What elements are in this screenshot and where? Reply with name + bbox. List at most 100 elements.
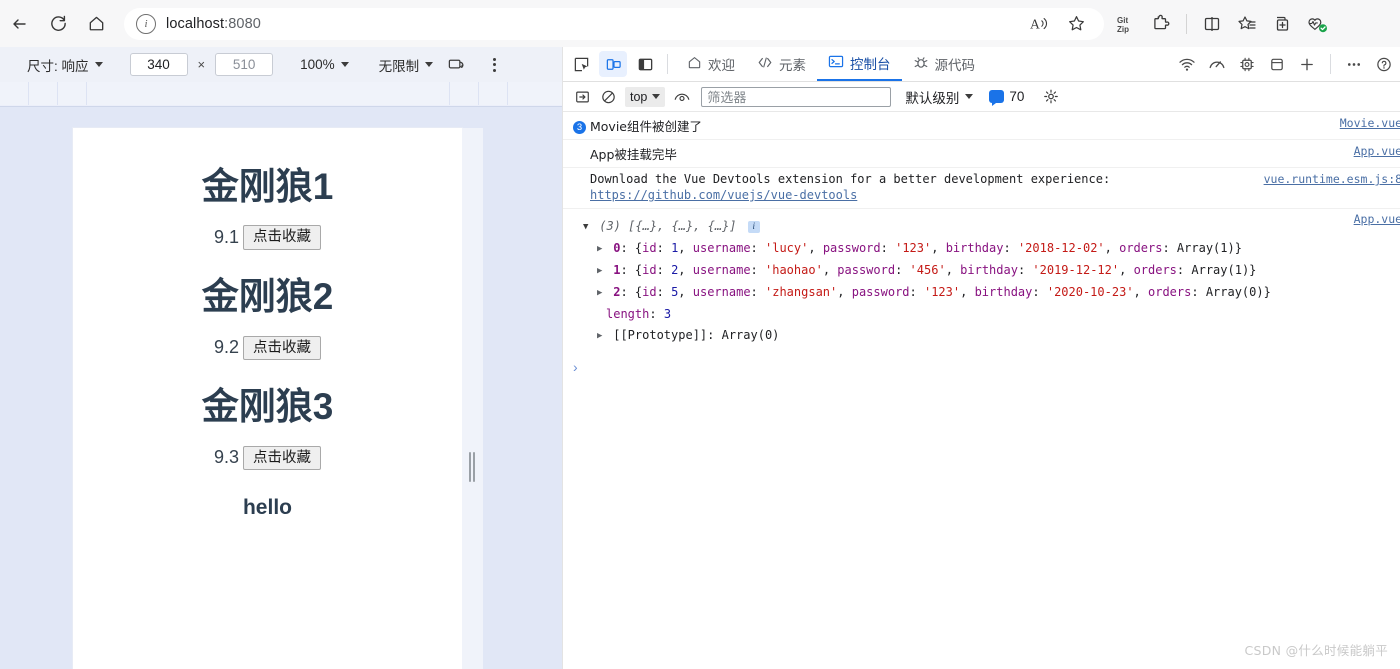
network-wifi-icon[interactable]: [1172, 50, 1202, 78]
gitzip-icon[interactable]: Git Zip: [1110, 9, 1142, 39]
device-toolbar-icon[interactable]: [599, 51, 627, 77]
favorite-star-icon[interactable]: [1060, 9, 1092, 39]
viewport-resize-strip[interactable]: [462, 128, 483, 669]
home-icon[interactable]: [78, 8, 114, 40]
clear-console-icon[interactable]: [595, 85, 621, 109]
memory-chip-icon[interactable]: [1232, 50, 1262, 78]
live-expression-eye-icon[interactable]: [669, 85, 695, 109]
performance-gauge-icon[interactable]: [1202, 50, 1232, 78]
field-key-username: username: [692, 285, 751, 299]
expand-triangle-icon[interactable]: ▶: [597, 328, 606, 345]
tab-label: 元素: [779, 58, 806, 73]
console-log-entry[interactable]: Download the Vue Devtools extension for …: [563, 168, 1400, 209]
console-log-area[interactable]: 3 Movie组件被创建了 Movie.vue: App被挂载完毕 App.vue…: [563, 112, 1400, 669]
add-panel-icon[interactable]: [1292, 50, 1322, 78]
tab-label: 源代码: [934, 58, 976, 73]
device-emulation-toolbar: 尺寸: 响应 340 × 510 100% 无限制: [0, 47, 562, 82]
console-object-entry[interactable]: ▼ (3) [{…}, {…}, {…}] i App.vue: ▶ 0: {i…: [563, 209, 1400, 351]
device-size-dropdown[interactable]: 尺寸: 响应: [22, 53, 108, 77]
field-value-password: 123: [931, 285, 953, 299]
hello-text: hello: [242, 496, 292, 520]
read-aloud-icon[interactable]: A: [1024, 9, 1056, 39]
object-item-row[interactable]: ▶ 0: {id: 1, username: 'lucy', password:…: [563, 238, 1400, 260]
movie-score: 9.2: [213, 337, 240, 358]
console-prompt-row[interactable]: ›: [563, 351, 1400, 375]
browser-toolbar: i localhost:8080 A Git Zip: [0, 0, 1400, 47]
rotate-device-icon[interactable]: [444, 53, 468, 77]
tab-label: 欢迎: [708, 58, 735, 73]
array-preview: [{…}, {…}, {…}]: [628, 219, 737, 233]
message-count-badge[interactable]: 70: [989, 89, 1024, 106]
expand-triangle-icon[interactable]: ▼: [583, 219, 592, 236]
extension-icons: Git Zip: [1110, 9, 1333, 39]
vue-app-page: 金刚狼1 9.1 点击收藏 金刚狼2 9.2 点击收藏 金刚狼3 9.3 点击收…: [73, 128, 462, 669]
svg-text:Zip: Zip: [1117, 25, 1129, 34]
collections-star-icon[interactable]: [1231, 9, 1263, 39]
settings-gear-icon[interactable]: [1038, 85, 1064, 109]
viewport-height-input[interactable]: 510: [215, 53, 274, 76]
object-header-row[interactable]: ▼ (3) [{…}, {…}, {…}] i App.vue:: [563, 212, 1400, 238]
field-key-password: password: [822, 241, 881, 255]
watermark-text: CSDN @什么时候能躺平: [1244, 643, 1388, 658]
viewport-width-input[interactable]: 340: [129, 53, 188, 76]
log-message-link[interactable]: https://github.com/vuejs/vue-devtools: [590, 188, 1400, 202]
object-item-row[interactable]: ▶ 2: {id: 5, username: 'zhangsan', passw…: [563, 282, 1400, 304]
field-key-birthday: birthday: [960, 263, 1018, 277]
refresh-icon[interactable]: [40, 8, 76, 40]
tab-elements[interactable]: 元素: [746, 47, 817, 81]
kebab-dots: [492, 57, 496, 72]
split-screen-icon[interactable]: [1196, 9, 1228, 39]
more-tools-icon[interactable]: [1339, 50, 1369, 78]
field-value-birthday: 2018-12-02: [1025, 241, 1098, 255]
chevron-down-icon: [425, 62, 434, 67]
object-item-row[interactable]: ▶ 1: {id: 2, username: 'haohao', passwor…: [563, 260, 1400, 282]
health-heartbeat-icon[interactable]: [1301, 9, 1333, 39]
console-filter-input[interactable]: 筛选器: [701, 86, 892, 107]
add-collection-icon[interactable]: [1266, 9, 1298, 39]
viewport-resize-handle[interactable]: [467, 451, 476, 483]
console-log-entry[interactable]: 3 Movie组件被创建了 Movie.vue:: [563, 112, 1400, 140]
help-question-icon[interactable]: [1369, 50, 1399, 78]
favorite-button[interactable]: 点击收藏: [243, 225, 322, 251]
field-value-orders: Array(0): [1205, 285, 1264, 299]
tab-sources[interactable]: 源代码: [902, 47, 987, 81]
zoom-dropdown[interactable]: 100%: [295, 53, 354, 77]
expand-triangle-icon[interactable]: ▶: [597, 263, 606, 280]
favorite-button[interactable]: 点击收藏: [243, 335, 322, 361]
site-info-icon[interactable]: i: [136, 13, 156, 34]
log-source-link[interactable]: App.vue:: [1354, 144, 1400, 158]
expand-triangle-icon[interactable]: ▶: [597, 241, 606, 258]
application-storage-icon[interactable]: [1262, 50, 1292, 78]
tab-welcome[interactable]: 欢迎: [676, 47, 746, 81]
info-icon[interactable]: i: [747, 220, 760, 233]
devtools-tabbar-actions: [1172, 50, 1400, 78]
bug-icon: [913, 55, 929, 73]
message-bubble-icon: [989, 90, 1005, 106]
address-bar[interactable]: i localhost:8080 A: [124, 7, 1104, 40]
more-options-icon[interactable]: [482, 53, 506, 77]
favorite-button[interactable]: 点击收藏: [243, 445, 322, 471]
field-value-birthday: 2020-10-23: [1054, 285, 1127, 299]
console-log-entry[interactable]: App被挂载完毕 App.vue:: [563, 140, 1400, 168]
chevron-down-icon: [340, 62, 349, 67]
field-value-orders: Array(1): [1176, 241, 1235, 255]
console-sidebar-icon[interactable]: [569, 85, 595, 109]
puzzle-piece-icon[interactable]: [1145, 9, 1177, 39]
tab-console[interactable]: 控制台: [817, 47, 902, 81]
field-key-id: id: [642, 241, 657, 255]
expand-triangle-icon[interactable]: ▶: [597, 285, 606, 302]
back-arrow-icon[interactable]: [2, 8, 38, 40]
log-source-link[interactable]: App.vue:: [1354, 211, 1400, 228]
throttling-dropdown[interactable]: 无限制: [374, 53, 439, 77]
log-source-link[interactable]: Movie.vue:: [1340, 116, 1400, 130]
field-key-password: password: [837, 263, 896, 277]
log-message: Movie组件被创建了: [590, 119, 702, 134]
log-level-dropdown[interactable]: 默认级别: [905, 87, 974, 107]
prototype-key: [[Prototype]]: [613, 328, 708, 342]
execution-context-dropdown[interactable]: top: [625, 86, 666, 107]
chevron-down-icon: [94, 62, 103, 67]
log-source-link[interactable]: vue.runtime.esm.js:88: [1264, 172, 1400, 186]
inspect-element-icon[interactable]: [567, 51, 595, 77]
object-prototype-row[interactable]: ▶ [[Prototype]]: Array(0): [563, 325, 1400, 347]
dock-side-icon[interactable]: [631, 51, 659, 77]
